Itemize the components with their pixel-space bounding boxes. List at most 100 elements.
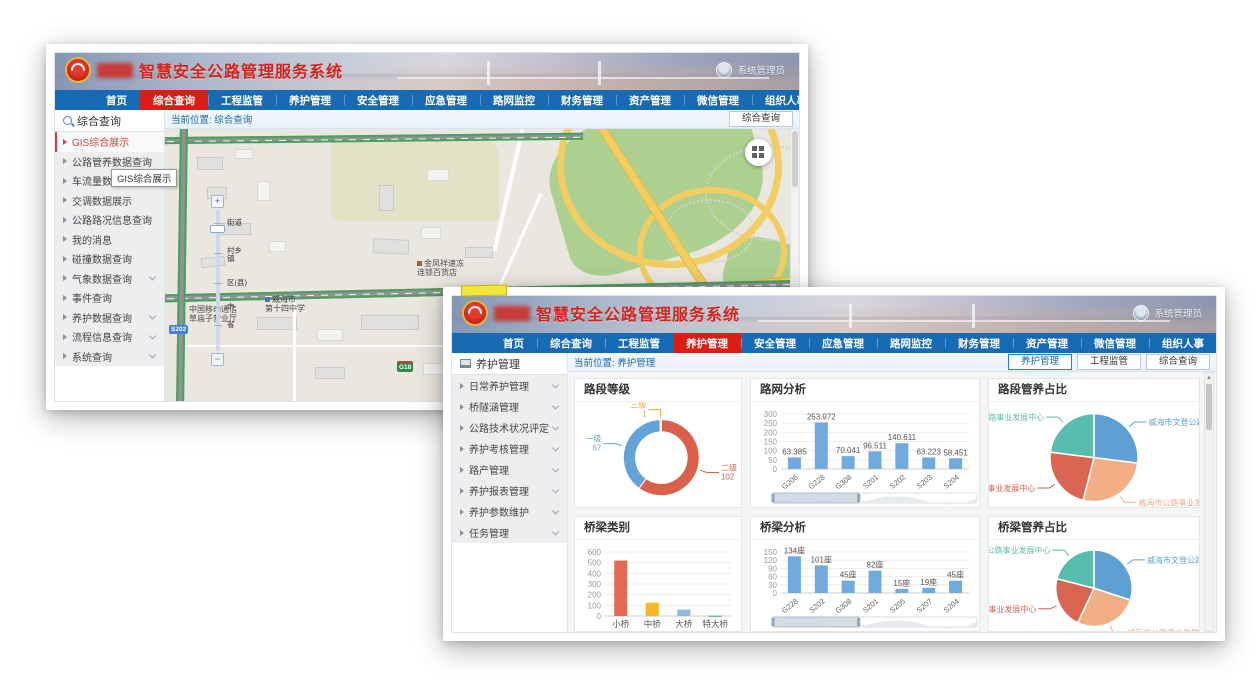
- map-selected-road-segment[interactable]: [461, 284, 507, 296]
- bridge-deck-decoration: [758, 320, 1171, 322]
- zoom-slider-thumb[interactable]: [210, 225, 225, 233]
- road-shield-g18: G18: [397, 361, 413, 372]
- zoom-in-button[interactable]: +: [211, 195, 224, 208]
- sidebar-item-weather-data[interactable]: 气象数据查询: [55, 269, 164, 289]
- nav-tab-finance[interactable]: 财务管理: [945, 333, 1013, 353]
- svg-text:G206: G206: [780, 473, 800, 492]
- chart-bridge-maintenance-share-pie[interactable]: 威海市文登公路事威海市公路事业发展公路事业发展中心公路事业发展中心: [989, 540, 1199, 631]
- app-title: 智慧安全公路管理服务系统: [139, 58, 343, 82]
- map-building: [373, 238, 410, 255]
- app-header: 智慧安全公路管理服务系统 系统管理员: [452, 296, 1216, 333]
- svg-text:63.223: 63.223: [916, 447, 941, 456]
- user-chip[interactable]: 系统管理员: [716, 62, 785, 78]
- sidebar-item-maintenance-assessment[interactable]: 养护考核管理: [452, 438, 567, 459]
- nav-tab-hr[interactable]: 组织人事: [1149, 333, 1217, 353]
- svg-text:二级102: 二级102: [721, 462, 737, 481]
- map-layers-grid-button[interactable]: [745, 139, 772, 166]
- panel-bridge-maintenance-share: 桥梁管养占比 威海市文登公路事威海市公路事业发展公路事业发展中心公路事业发展中心: [988, 516, 1200, 632]
- nav-tab-project-supervision[interactable]: 工程监管: [208, 90, 276, 110]
- sidebar-item-daily-maintenance[interactable]: 日常养护管理: [452, 375, 567, 396]
- nav-tab-home[interactable]: 首页: [490, 333, 537, 353]
- sidebar-item-my-messages[interactable]: 我的消息: [55, 230, 164, 250]
- chart-road-maintenance-share-pie[interactable]: 威海市文登公路事威海市公路事业发山公路事业发展中心公路事业发展中心: [989, 402, 1199, 507]
- avatar: [716, 62, 732, 78]
- svg-text:0: 0: [773, 465, 778, 474]
- svg-text:134座: 134座: [784, 545, 805, 555]
- zoom-level-province: 省: [227, 321, 249, 329]
- nav-tab-assets[interactable]: 资产管理: [1013, 333, 1081, 353]
- panel-network-analysis: 路网分析 05010015020025030063.385G206253.972…: [750, 378, 980, 508]
- map-building: [269, 241, 286, 252]
- nav-tab-finance[interactable]: 财务管理: [548, 90, 616, 110]
- nav-tab-emergency[interactable]: 应急管理: [412, 90, 480, 110]
- quick-switch-comprehensive-query-button[interactable]: 综合查询: [729, 111, 793, 127]
- chart-network-analysis-bar[interactable]: 05010015020025030063.385G206253.972G2287…: [751, 402, 979, 507]
- chart-road-grade-donut[interactable]: 二级102一级67三级1: [575, 402, 741, 507]
- svg-text:82座: 82座: [867, 560, 884, 570]
- nav-tab-assets[interactable]: 资产管理: [616, 90, 684, 110]
- bridge-pylon-decoration: [972, 304, 975, 328]
- svg-text:G308: G308: [834, 473, 854, 492]
- zoom-out-button[interactable]: −: [211, 353, 224, 366]
- sidebar-item-collision-data[interactable]: 碰撞数据查询: [55, 249, 164, 269]
- avatar: [1133, 305, 1149, 321]
- nav-tab-maintenance[interactable]: 养护管理: [276, 90, 344, 110]
- desktop-stage: 智慧安全公路管理服务系统 系统管理员 首页 综合查询 工程监管 养护管理 安全管…: [0, 0, 1258, 680]
- quick-switch-maintenance-button[interactable]: 养护管理: [1008, 354, 1072, 370]
- quick-switch-comprehensive-query-button[interactable]: 综合查询: [1146, 354, 1210, 370]
- nav-tab-network-monitor[interactable]: 路网监控: [480, 90, 548, 110]
- sidebar-item-road-condition-assessment[interactable]: 公路技术状况评定: [452, 417, 567, 438]
- nav-tab-comprehensive-query[interactable]: 综合查询: [537, 333, 605, 353]
- nav-tab-home[interactable]: 首页: [93, 90, 140, 110]
- svg-text:90: 90: [768, 564, 777, 573]
- sidebar-item-bridge-tunnel-culvert[interactable]: 桥隧涵管理: [452, 396, 567, 417]
- nav-tab-maintenance[interactable]: 养护管理: [673, 333, 741, 353]
- sidebar-item-task-management[interactable]: 任务管理: [452, 522, 567, 543]
- svg-text:G228: G228: [807, 473, 827, 492]
- sidebar-item-road-property[interactable]: 路产管理: [452, 459, 567, 480]
- sidebar-item-gis-display[interactable]: GIS综合展示: [55, 132, 164, 152]
- svg-text:19座: 19座: [920, 577, 937, 587]
- nav-tab-wechat[interactable]: 微信管理: [684, 90, 752, 110]
- svg-text:G308: G308: [834, 597, 854, 616]
- svg-text:150: 150: [764, 438, 778, 447]
- sidebar-item-maintenance-reports[interactable]: 养护报表管理: [452, 480, 567, 501]
- breadcrumb: 当前位置: 养护管理: [574, 355, 655, 369]
- map-building: [235, 149, 253, 159]
- user-chip[interactable]: 系统管理员: [1133, 305, 1202, 321]
- nav-tab-wechat[interactable]: 微信管理: [1081, 333, 1149, 353]
- nav-tab-safety[interactable]: 安全管理: [344, 90, 412, 110]
- svg-text:威海市公路事业发: 威海市公路事业发: [1138, 497, 1199, 507]
- zoom-level-town: 村乡镇: [227, 247, 249, 264]
- sidebar-item-event-query[interactable]: 事件查询: [55, 288, 164, 308]
- scroll-up-arrow-icon[interactable]: ▲: [1205, 373, 1213, 383]
- vertical-scrollbar[interactable]: ▲: [1204, 372, 1214, 632]
- map-field-area: [331, 139, 499, 221]
- sidebar-item-road-condition[interactable]: 公路路况信息查询: [55, 210, 164, 230]
- svg-text:S202: S202: [807, 597, 826, 615]
- sidebar-item-maintenance-parameters[interactable]: 养护参数维护: [452, 501, 567, 522]
- nav-tab-network-monitor[interactable]: 路网监控: [877, 333, 945, 353]
- nav-tab-emergency[interactable]: 应急管理: [809, 333, 877, 353]
- svg-text:200: 200: [588, 591, 602, 600]
- scrollbar-thumb[interactable]: [792, 131, 798, 187]
- panel-road-grade: 路段等级 二级102一级67三级1: [574, 378, 742, 508]
- nav-tab-safety[interactable]: 安全管理: [741, 333, 809, 353]
- panel-title: 桥梁类别: [575, 517, 741, 540]
- map-building: [379, 185, 394, 211]
- sidebar-item-traffic-survey[interactable]: 交调数据展示: [55, 191, 164, 211]
- sidebar-item-maintenance-data[interactable]: 养护数据查询: [55, 308, 164, 328]
- sidebar-item-system-query[interactable]: 系统查询: [55, 347, 164, 367]
- app-title: 智慧安全公路管理服务系统: [536, 301, 740, 325]
- nav-tab-hr[interactable]: 组织人事: [752, 90, 800, 110]
- nav-tab-comprehensive-query[interactable]: 综合查询: [140, 90, 208, 110]
- svg-text:S201: S201: [861, 597, 880, 615]
- chart-bridge-analysis-bar[interactable]: 0306090120150134座G228101座S20245座G30882座S…: [751, 540, 979, 631]
- quick-switch-project-supervision-button[interactable]: 工程监管: [1077, 354, 1141, 370]
- scrollbar-thumb[interactable]: [1206, 384, 1212, 430]
- sidebar-item-process-info[interactable]: 流程信息查询: [55, 327, 164, 347]
- nav-tab-project-supervision[interactable]: 工程监管: [605, 333, 673, 353]
- chart-bridge-category-bar[interactable]: 0100200300400500600小桥中桥大桥特大桥: [575, 540, 741, 631]
- map-zoom-control[interactable]: + 街道 村乡镇 区(县) 市: [201, 195, 245, 367]
- svg-text:45座: 45座: [840, 570, 857, 580]
